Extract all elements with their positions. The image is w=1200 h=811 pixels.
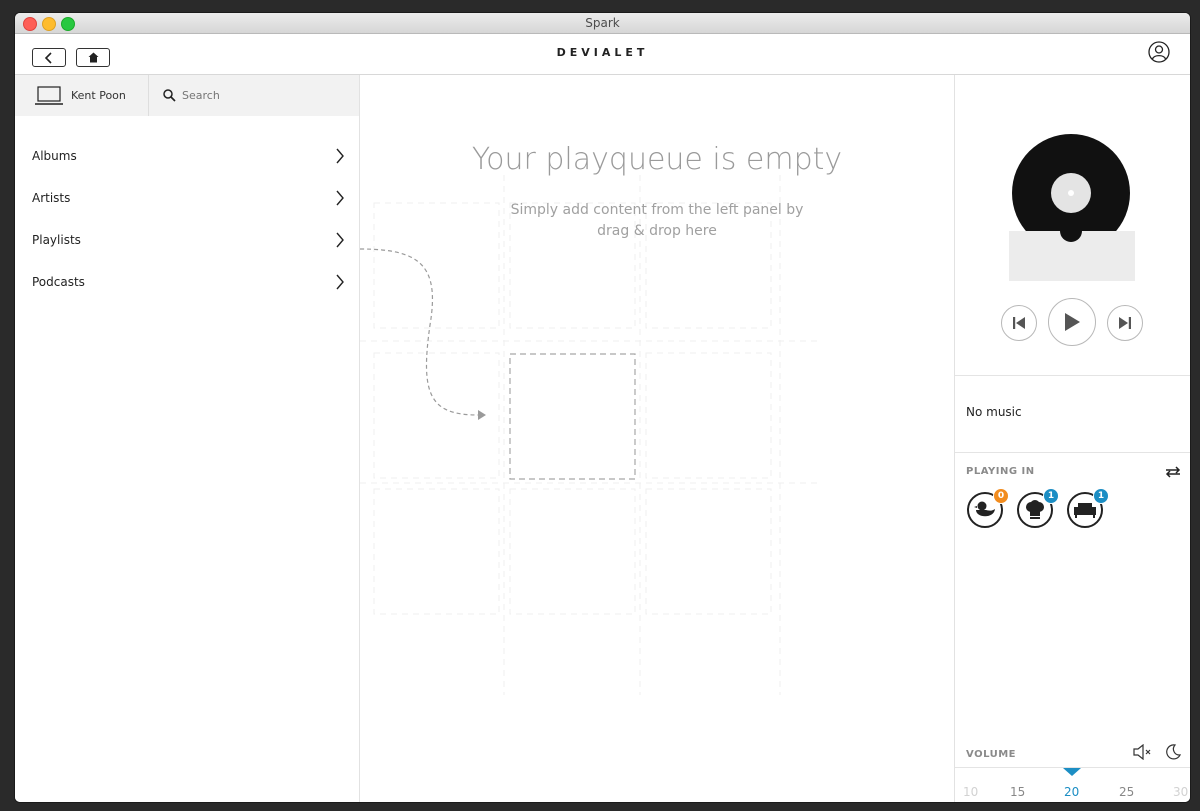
volume-tick: 25: [1119, 785, 1135, 799]
speaker-chef[interactable]: 1: [1017, 488, 1059, 528]
library-panel: Kent Poon Albums Artists Playlists: [15, 75, 360, 802]
chevron-right-icon: [336, 148, 344, 164]
divider: [955, 452, 1190, 453]
chevron-right-icon: [336, 190, 344, 206]
player-panel: No music PLAYING IN 0 1 1 VOLUME 10 15 2…: [954, 75, 1190, 802]
volume-tick-current: 20: [1064, 785, 1080, 799]
hint-line-2: drag & drop here: [597, 223, 717, 239]
speaker-duck[interactable]: 0: [967, 488, 1009, 528]
search-input[interactable]: [180, 88, 334, 103]
chevron-right-icon: [336, 274, 344, 290]
library-menu: Albums Artists Playlists Podcasts: [15, 135, 359, 303]
menu-item-label: Artists: [32, 191, 71, 205]
volume-tools: [1133, 744, 1181, 760]
previous-track-button[interactable]: [1001, 305, 1037, 341]
speaker-count-badge: 1: [1043, 488, 1059, 504]
chevron-right-icon: [336, 232, 344, 248]
sleep-moon-icon[interactable]: [1165, 744, 1181, 760]
menu-item-albums[interactable]: Albums: [15, 135, 359, 177]
app-window: Spark DEVIALET Kent Poon Search Albums A…: [15, 13, 1190, 802]
play-icon: [1065, 313, 1080, 331]
menu-item-podcasts[interactable]: Podcasts: [15, 261, 359, 303]
hint-line-1: Simply add content from the left panel b…: [510, 202, 804, 218]
app-header: DEVIALET: [15, 34, 1190, 75]
speaker-count-badge: 1: [1093, 488, 1109, 504]
search-icon: [163, 89, 176, 102]
device-selector[interactable]: Kent Poon: [15, 75, 149, 116]
chef-hat-icon: [1026, 500, 1044, 519]
play-button[interactable]: [1048, 298, 1096, 346]
drop-grid-illustration: [360, 175, 820, 695]
volume-tick: 15: [1010, 785, 1026, 799]
search-box: [149, 88, 334, 103]
skip-next-icon: [1119, 317, 1131, 329]
now-playing-text: No music: [966, 405, 1022, 419]
menu-item-playlists[interactable]: Playlists: [15, 219, 359, 261]
menu-item-artists[interactable]: Artists: [15, 177, 359, 219]
next-track-button[interactable]: [1107, 305, 1143, 341]
menu-item-label: Albums: [32, 149, 77, 163]
window-title: Spark: [585, 16, 620, 30]
speaker-count-badge: 0: [993, 488, 1009, 504]
volume-tick: 30: [1173, 785, 1189, 799]
menu-item-label: Podcasts: [32, 275, 85, 289]
volume-tick: 10: [963, 785, 979, 799]
speaker-list: 0 1 1: [967, 488, 1109, 528]
user-account-button[interactable]: [1148, 41, 1170, 63]
divider: [955, 375, 1190, 376]
playback-controls: [955, 298, 1190, 348]
volume-pointer[interactable]: [1063, 768, 1081, 776]
vinyl-record-artwork: [1009, 134, 1135, 281]
switch-output-button[interactable]: [1165, 463, 1181, 482]
device-name: Kent Poon: [71, 89, 126, 102]
mute-icon[interactable]: [1133, 744, 1153, 760]
sofa-icon: [1074, 503, 1096, 518]
speaker-sofa[interactable]: 1: [1067, 488, 1109, 528]
menu-item-label: Playlists: [32, 233, 81, 247]
user-icon: [1148, 41, 1170, 63]
empty-queue-hint: Simply add content from the left panel b…: [360, 200, 954, 242]
brand-logo: DEVIALET: [556, 46, 649, 59]
playing-in-label: PLAYING IN: [966, 466, 1035, 477]
laptop-icon: [35, 85, 63, 105]
volume-label: VOLUME: [966, 749, 1016, 760]
skip-previous-icon: [1013, 317, 1025, 329]
swap-arrows-icon: [1165, 466, 1181, 478]
library-toolbar: Kent Poon: [15, 75, 359, 116]
title-bar: Spark: [15, 13, 1190, 34]
volume-slider[interactable]: 10 15 20 25 30: [955, 767, 1190, 802]
playqueue-drop-zone[interactable]: Your playqueue is empty Simply add conte…: [360, 75, 954, 802]
duck-icon: [974, 501, 995, 517]
empty-queue-title: Your playqueue is empty: [471, 142, 843, 177]
